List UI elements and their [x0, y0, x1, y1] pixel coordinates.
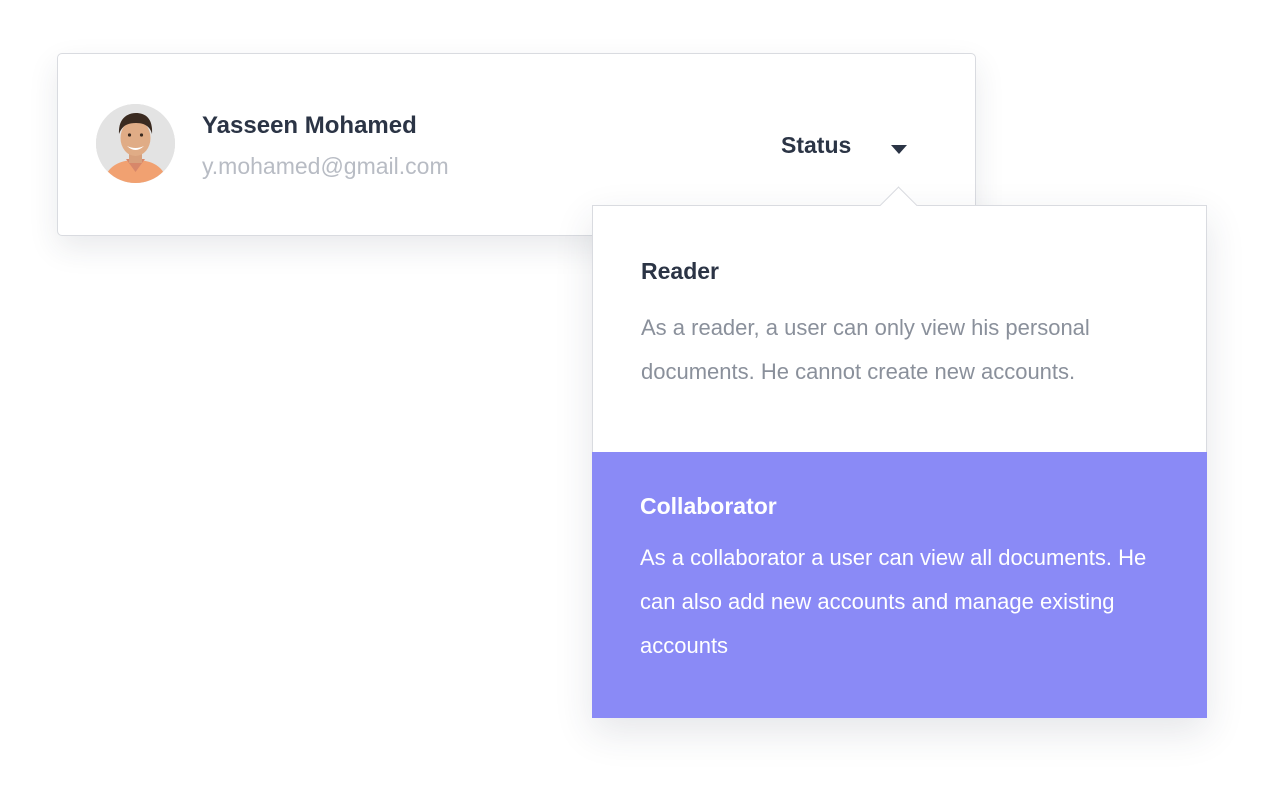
caret-down-icon[interactable]: [891, 145, 907, 154]
option-title: Reader: [641, 258, 719, 284]
option-description: As a collaborator a user can view all do…: [640, 545, 1147, 658]
user-email: y.mohamed@gmail.com: [202, 153, 449, 179]
status-dropdown-menu: Reader As a reader, a user can only view…: [592, 205, 1207, 718]
dropdown-pointer: [880, 186, 918, 206]
stage: Yasseen Mohamed y.mohamed@gmail.com Stat…: [0, 0, 1273, 787]
status-dropdown-toggle[interactable]: Status: [778, 130, 918, 164]
status-option-reader[interactable]: Reader As a reader, a user can only view…: [592, 205, 1207, 452]
avatar[interactable]: [96, 104, 175, 183]
status-option-collaborator[interactable]: Collaborator As a collaborator a user ca…: [592, 452, 1207, 718]
user-name: Yasseen Mohamed: [202, 112, 417, 139]
user-photo-icon: [96, 104, 175, 183]
option-description: As a reader, a user can only view his pe…: [641, 315, 1090, 384]
option-title: Collaborator: [640, 493, 777, 519]
status-label: Status: [781, 132, 852, 158]
